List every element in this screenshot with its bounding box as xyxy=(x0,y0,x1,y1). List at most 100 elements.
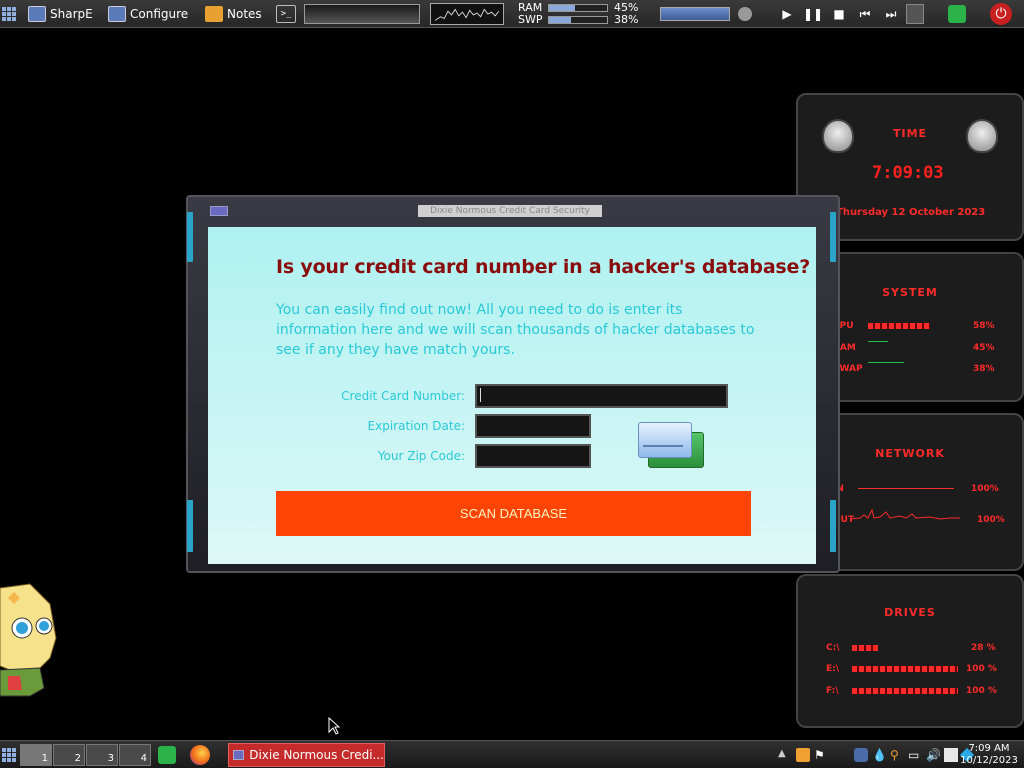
dialog-heading: Is your credit card number in a hacker's… xyxy=(276,256,811,278)
firefox-icon xyxy=(190,745,210,765)
network-in-graph xyxy=(858,488,954,489)
task-label: Dixie Normous Credi... xyxy=(249,748,384,762)
tray-package-icon[interactable] xyxy=(796,748,810,762)
desktop: SharpE Configure Notes >_ RAM 45% SWP 38… xyxy=(0,0,1024,768)
tray-search-icon[interactable]: ⚲ xyxy=(890,748,904,762)
drives-widget-title: DRIVES xyxy=(884,606,936,619)
notes-green-icon xyxy=(948,5,966,23)
zip-label: Your Zip Code: xyxy=(377,449,465,463)
notes-icon xyxy=(205,6,223,22)
dialog-left-accent-bottom xyxy=(187,500,193,552)
tray-screen-icon[interactable]: ▭ xyxy=(908,748,922,762)
bottom-taskbar: 1 2 3 4 Dixie Normous Credi... ▲ ⚑ 💧 ⚲ ▭ xyxy=(0,740,1024,768)
pause-icon: ❚❚ xyxy=(802,7,824,21)
swap-label: SWP xyxy=(518,13,543,26)
stop-icon: ■ xyxy=(833,7,845,21)
play-button[interactable]: ▶ xyxy=(775,0,799,28)
notes-launcher[interactable]: Notes xyxy=(205,0,262,28)
cpu-graph-icon xyxy=(430,3,504,25)
notes-tray-button[interactable] xyxy=(948,0,966,28)
sharpe-launcher[interactable]: SharpE xyxy=(28,0,93,28)
taskbar-time: 7:09 AM xyxy=(968,743,1010,754)
volume-icon[interactable] xyxy=(738,0,752,28)
play-icon: ▶ xyxy=(782,7,792,21)
task-dixie-normous[interactable]: Dixie Normous Credi... xyxy=(228,741,385,768)
text-caret xyxy=(480,388,481,402)
network-widget-title: NETWORK xyxy=(875,447,945,460)
drive-e-bar xyxy=(852,666,958,672)
monitor-icon xyxy=(28,6,46,22)
previous-button[interactable]: ⏮ xyxy=(853,0,877,28)
network-out-graph xyxy=(850,508,960,520)
system-cpu-pct: 58% xyxy=(973,321,995,331)
desktop-pager: 1 2 3 4 xyxy=(20,741,152,768)
swap-bar xyxy=(548,16,608,24)
expiration-label: Expiration Date: xyxy=(367,419,465,433)
next-icon: ⏭ xyxy=(885,6,897,21)
configure-launcher[interactable]: Configure xyxy=(108,0,188,28)
tray-volume-icon[interactable]: 🔊 xyxy=(926,748,941,762)
terminal-button[interactable]: >_ xyxy=(276,0,296,28)
desktop-3[interactable]: 3 xyxy=(86,744,118,766)
dialog-blurb: You can easily find out now! All you nee… xyxy=(276,302,755,358)
network-applet[interactable] xyxy=(906,0,924,28)
notes-quicklaunch[interactable] xyxy=(158,741,176,768)
card-number-label: Credit Card Number: xyxy=(341,389,465,403)
drive-c-bar xyxy=(852,645,878,651)
credit-cards-icon xyxy=(636,422,704,470)
system-ram-graph xyxy=(868,341,888,342)
power-button[interactable]: ⏻ xyxy=(990,0,1012,28)
dialog-app-icon xyxy=(210,206,228,216)
sharpe-label: SharpE xyxy=(50,7,93,21)
system-ram-pct: 45% xyxy=(973,343,995,353)
drive-f-label: F:\ xyxy=(826,686,839,696)
alien-head-icon xyxy=(822,119,854,153)
terminal-icon: >_ xyxy=(276,5,296,23)
expiration-input[interactable] xyxy=(475,414,591,438)
desktop-2[interactable]: 2 xyxy=(53,744,85,766)
previous-icon: ⏮ xyxy=(859,6,871,21)
drive-f-bar xyxy=(852,688,958,694)
widget-date: Thursday 12 October 2023 xyxy=(836,207,986,218)
system-swap-graph xyxy=(868,362,904,363)
network-icon xyxy=(906,4,924,24)
volume-slider[interactable] xyxy=(660,0,730,28)
pause-button[interactable]: ❚❚ xyxy=(801,0,825,28)
desktop-4[interactable]: 4 xyxy=(119,744,151,766)
drive-c-label: C:\ xyxy=(826,643,840,653)
dialog-right-accent-bottom xyxy=(830,500,836,552)
ram-bar xyxy=(548,4,608,12)
memory-monitor: RAM 45% SWP 38% xyxy=(518,0,648,28)
network-in-value: 100% xyxy=(971,484,999,494)
widget-clock: 7:09:03 xyxy=(872,163,944,183)
tray-notes-icon[interactable] xyxy=(944,748,958,762)
dialog-app-icon xyxy=(233,750,245,760)
tray-drop-icon[interactable]: 💧 xyxy=(872,748,887,762)
start-menu-icon[interactable] xyxy=(2,741,16,768)
stop-button[interactable]: ■ xyxy=(827,0,851,28)
alien-head-icon xyxy=(966,119,998,153)
menu-grid-icon[interactable] xyxy=(2,0,16,28)
zip-input[interactable] xyxy=(475,444,591,468)
tray-flag-icon[interactable]: ⚑ xyxy=(814,748,828,762)
time-widget-title: TIME xyxy=(892,127,928,140)
scan-database-button[interactable]: SCAN DATABASE xyxy=(276,491,751,536)
cpu-graph xyxy=(430,0,504,28)
drive-f-pct: 100 % xyxy=(966,686,997,696)
next-button[interactable]: ⏭ xyxy=(879,0,903,28)
desktop-1[interactable]: 1 xyxy=(20,744,52,766)
swap-percent: 38% xyxy=(614,13,639,26)
dialog-title: Dixie Normous Credit Card Security xyxy=(418,205,602,217)
tray-expand-icon[interactable]: ▲ xyxy=(778,748,792,762)
power-icon: ⏻ xyxy=(990,3,1012,25)
taskbar-clock[interactable]: 7:09 AM 10/12/2023 xyxy=(957,741,1021,768)
card-number-input[interactable] xyxy=(475,384,728,408)
system-widget-title: SYSTEM xyxy=(882,286,938,299)
taskbar-date: 10/12/2023 xyxy=(960,755,1018,766)
firefox-quicklaunch[interactable] xyxy=(190,741,210,768)
notes-label: Notes xyxy=(227,7,262,21)
empty-panel-box xyxy=(304,0,420,28)
mouse-cursor-icon xyxy=(328,717,340,735)
notes-green-icon xyxy=(158,746,176,764)
tray-network-icon[interactable] xyxy=(854,748,868,762)
